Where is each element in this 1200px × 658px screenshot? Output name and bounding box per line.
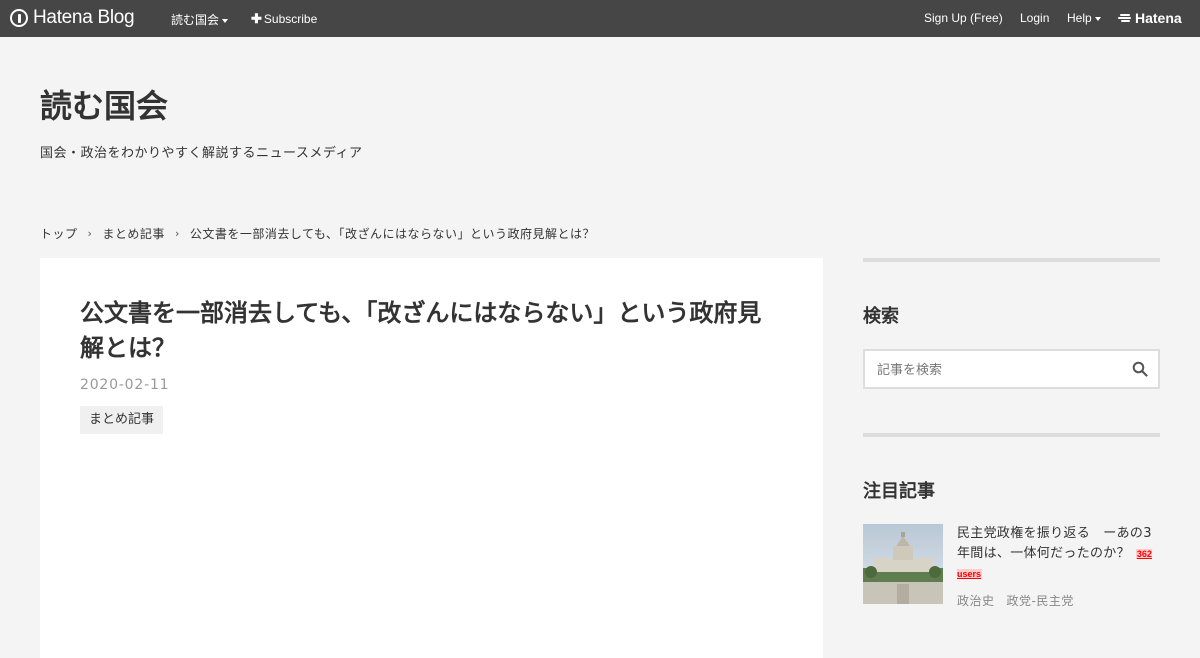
- login-link[interactable]: Login: [1020, 11, 1049, 25]
- subscribe-label: Subscribe: [263, 12, 318, 26]
- plus-icon: ✚: [251, 11, 262, 26]
- breadcrumb-item-category[interactable]: まとめ記事: [102, 225, 165, 242]
- featured-thumbnail[interactable]: [863, 524, 943, 604]
- featured-title[interactable]: 民主党政権を振り返る ーあの3年間は、一体何だったのか？ 362 users: [957, 524, 1157, 584]
- breadcrumb-item-top[interactable]: トップ: [40, 225, 78, 242]
- breadcrumb: トップ › まとめ記事 › 公文書を一部消去しても、「改ざんにはならない」という…: [40, 225, 595, 242]
- entry-date[interactable]: 2020-02-11: [80, 377, 169, 393]
- subscribe-button[interactable]: ✚ Subscribe: [251, 11, 317, 27]
- chevron-right-icon: ›: [174, 227, 180, 240]
- featured-article: 民主党政権を振り返る ーあの3年間は、一体何だったのか？ 362 users 政治…: [863, 524, 1160, 614]
- hatena-logo-icon: [1118, 13, 1132, 23]
- help-label: Help: [1067, 11, 1092, 25]
- hatena-blog-logo-icon: [10, 9, 28, 27]
- caret-down-icon: [222, 18, 229, 23]
- blog-title[interactable]: 読む国会: [40, 86, 168, 126]
- help-menu-button[interactable]: Help: [1067, 11, 1101, 25]
- signup-link[interactable]: Sign Up (Free): [924, 11, 1003, 25]
- hatena-label: Hatena: [1135, 10, 1182, 26]
- chevron-right-icon: ›: [87, 227, 93, 240]
- entry-title[interactable]: 公文書を一部消去しても、「改ざんにはならない」という政府見解とは？: [80, 296, 780, 366]
- sidebar-divider: [863, 258, 1160, 262]
- caret-down-icon: [1094, 16, 1101, 21]
- featured-category-link[interactable]: 政党-民主党: [1007, 594, 1074, 608]
- featured-title-text: 民主党政権を振り返る ーあの3年間は、一体何だったのか？: [957, 526, 1152, 561]
- blog-menu-button[interactable]: 読む国会: [171, 11, 229, 28]
- featured-categories: 政治史 政党-民主党: [957, 592, 1074, 609]
- featured-heading: 注目記事: [863, 481, 935, 502]
- hatena-link[interactable]: Hatena: [1118, 10, 1182, 26]
- entry-card: 公文書を一部消去しても、「改ざんにはならない」という政府見解とは？ 2020-0…: [40, 258, 823, 658]
- search-input[interactable]: [875, 359, 1119, 381]
- blog-description: 国会・政治をわかりやすく解説するニュースメディア: [40, 146, 363, 161]
- breadcrumb-item-current: 公文書を一部消去しても、「改ざんにはならない」という政府見解とは？: [189, 227, 596, 241]
- search-box: [863, 349, 1160, 389]
- featured-category-link[interactable]: 政治史: [957, 594, 995, 608]
- blog-menu-label: 読む国会: [171, 13, 220, 27]
- brand-label: Hatena Blog: [33, 7, 135, 28]
- search-icon[interactable]: [1132, 361, 1148, 377]
- sidebar-divider: [863, 433, 1160, 437]
- search-heading: 検索: [863, 306, 899, 327]
- entry-category-tag[interactable]: まとめ記事: [80, 406, 164, 434]
- hatena-blog-logo[interactable]: Hatena Blog: [10, 7, 135, 29]
- global-header: Hatena Blog 読む国会 ✚ Subscribe Sign Up (Fre…: [0, 0, 1200, 37]
